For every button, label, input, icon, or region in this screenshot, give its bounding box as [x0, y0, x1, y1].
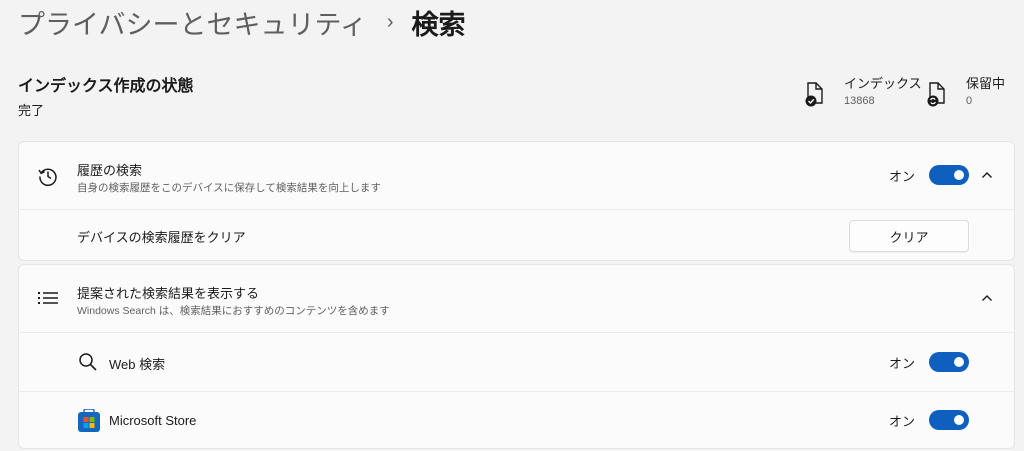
microsoft-store-label: Microsoft Store [109, 413, 197, 428]
indexed-count-stat: インデックス 13868 [804, 75, 922, 109]
search-history-toggle[interactable] [929, 165, 969, 185]
web-search-toggle[interactable] [929, 352, 969, 372]
breadcrumb-separator-icon: › [386, 10, 394, 33]
breadcrumb-parent-link[interactable]: プライバシーとセキュリティ [18, 3, 367, 42]
chevron-up-icon[interactable] [980, 291, 994, 305]
toggle-knob [954, 357, 964, 367]
indexing-status-title: インデックス作成の状態 [18, 78, 194, 95]
chevron-up-icon[interactable] [980, 168, 994, 182]
suggested-results-card: 提案された検索結果を表示する Windows Search は、検索結果におすす… [18, 264, 1015, 449]
web-search-label: Web 検索 [109, 357, 166, 372]
pending-value: 0 [966, 95, 973, 107]
indexed-value: 13868 [844, 95, 875, 107]
suggested-results-title: 提案された検索結果を表示する [77, 286, 260, 301]
web-search-toggle-group: オン [889, 352, 969, 372]
toggle-knob [954, 170, 964, 180]
document-check-icon [804, 81, 826, 109]
indexed-label: インデックス [844, 76, 922, 91]
pending-count-stat: 保留中 0 [926, 75, 1005, 109]
search-history-card: 履歴の検索 自身の検索履歴をこのデバイスに保存して検索結果を向上します オン デ… [18, 141, 1015, 261]
page-title: 検索 [411, 9, 466, 40]
clear-history-label: デバイスの検索履歴をクリア [77, 230, 246, 245]
search-history-toggle-group: オン [889, 165, 969, 185]
suggested-results-subtitle: Windows Search は、検索結果におすすめのコンテンツを含めます [77, 305, 390, 317]
microsoft-store-icon [77, 408, 100, 432]
indexing-status-value: 完了 [18, 103, 45, 118]
list-icon [37, 287, 59, 309]
search-history-row[interactable]: 履歴の検索 自身の検索履歴をこのデバイスに保存して検索結果を向上します オン [19, 142, 1014, 209]
microsoft-store-toggle-label: オン [888, 413, 915, 429]
suggested-results-row[interactable]: 提案された検索結果を表示する Windows Search は、検索結果におすす… [19, 265, 1014, 332]
document-sync-icon [926, 81, 948, 109]
search-history-toggle-label: オン [888, 168, 915, 184]
search-history-subtitle: 自身の検索履歴をこのデバイスに保存して検索結果を向上します [77, 182, 381, 194]
microsoft-store-toggle-group: オン [889, 410, 969, 430]
web-search-toggle-label: オン [888, 355, 915, 371]
history-icon [37, 165, 59, 187]
pending-label: 保留中 [966, 76, 1006, 91]
clear-history-row: デバイスの検索履歴をクリア クリア [19, 209, 1014, 260]
search-history-title: 履歴の検索 [77, 163, 143, 178]
clear-history-button[interactable]: クリア [849, 220, 969, 252]
microsoft-store-toggle[interactable] [929, 410, 969, 430]
breadcrumb: プライバシーとセキュリティ › 検索 [18, 2, 466, 42]
web-search-row: Web 検索 オン [19, 332, 1014, 391]
toggle-knob [954, 415, 964, 425]
search-icon [77, 351, 99, 373]
microsoft-store-row: Microsoft Store オン [19, 391, 1014, 448]
